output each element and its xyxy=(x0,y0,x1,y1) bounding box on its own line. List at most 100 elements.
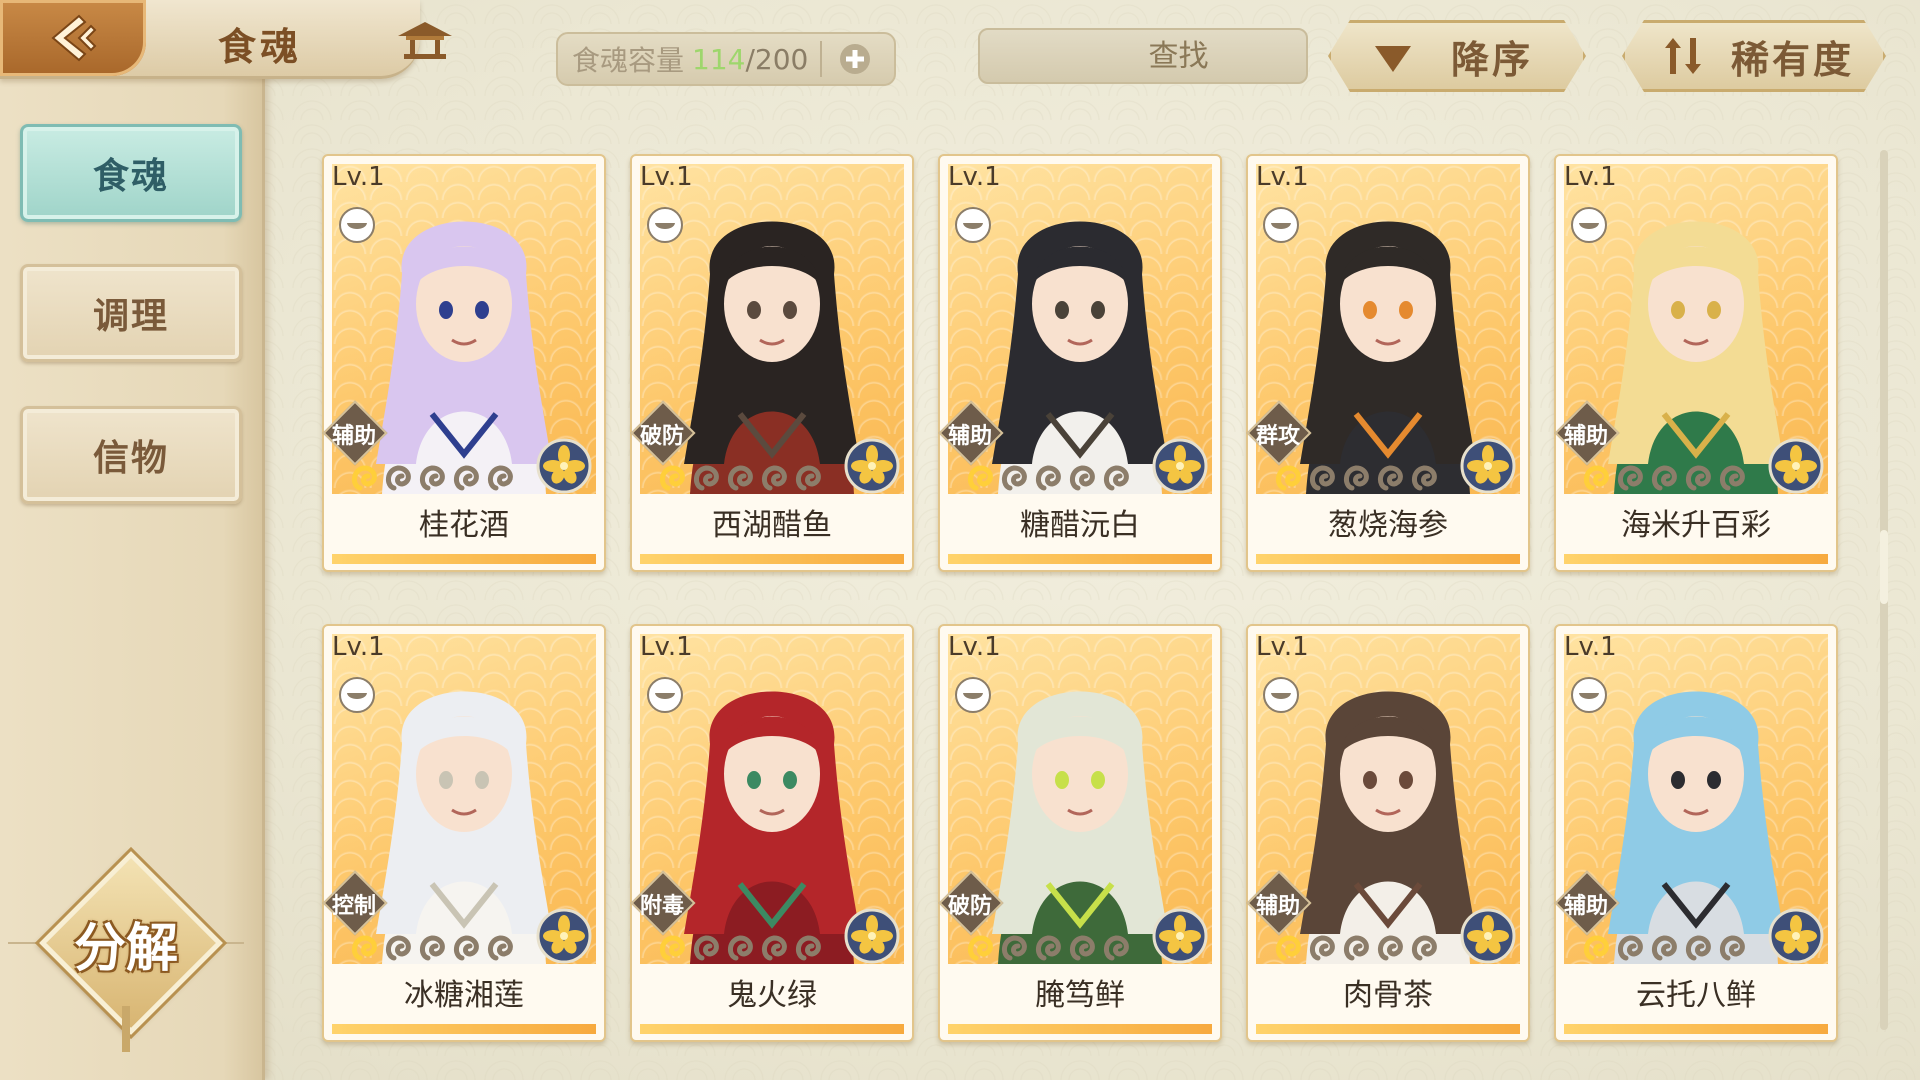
bowl-icon xyxy=(955,207,991,243)
food-soul-card[interactable]: Lv.1 辅助 桂花酒 xyxy=(322,154,606,572)
tab-tokens-label: 信物 xyxy=(92,437,169,479)
food-soul-card[interactable]: Lv.1 破防 腌笃鲜 xyxy=(938,624,1222,1042)
role-badge: 辅助 xyxy=(1554,400,1620,466)
card-name: 海米升百彩 xyxy=(1621,508,1771,543)
card-name: 西湖醋鱼 xyxy=(712,508,832,543)
card-level: Lv.1 xyxy=(948,162,1001,192)
bowl-icon xyxy=(1571,677,1607,713)
flower-emblem-icon xyxy=(536,908,592,964)
search-input[interactable] xyxy=(990,37,1367,75)
bowl-icon xyxy=(955,677,991,713)
flower-emblem-icon xyxy=(1460,438,1516,494)
card-level: Lv.1 xyxy=(1564,162,1617,192)
role-label: 破防 xyxy=(947,894,992,919)
role-badge: 辅助 xyxy=(1246,870,1312,936)
role-label: 群攻 xyxy=(1255,424,1300,449)
sort-order-label: 降序 xyxy=(1451,36,1534,82)
pavilion-icon[interactable] xyxy=(390,18,460,62)
role-label: 辅助 xyxy=(1563,894,1608,919)
card-name: 云托八鲜 xyxy=(1636,978,1756,1013)
flower-emblem-icon xyxy=(844,908,900,964)
card-bottom-bar xyxy=(948,1024,1212,1034)
sort-order-button[interactable]: 降序 xyxy=(1328,20,1586,92)
capacity-divider xyxy=(820,41,823,77)
rarity-stars xyxy=(968,935,1129,961)
plus-icon xyxy=(840,44,871,74)
role-label: 附毒 xyxy=(639,894,684,919)
role-label: 辅助 xyxy=(1255,894,1300,919)
role-badge: 破防 xyxy=(630,400,696,466)
card-bottom-bar xyxy=(1564,554,1828,564)
capacity-max: /200 xyxy=(745,42,809,76)
food-soul-card[interactable]: Lv.1 辅助 海米升百彩 xyxy=(1554,154,1838,572)
rarity-stars xyxy=(968,465,1129,491)
scrollbar-thumb[interactable] xyxy=(1880,530,1888,604)
card-name: 糖醋沅白 xyxy=(1020,508,1140,543)
back-button[interactable] xyxy=(0,0,146,76)
decompose-button[interactable]: 分解 xyxy=(8,851,244,1052)
tab-cooking-label: 调理 xyxy=(92,295,169,337)
card-name: 桂花酒 xyxy=(419,508,509,543)
card-name: 葱烧海参 xyxy=(1328,508,1448,543)
card-bottom-bar xyxy=(640,1024,904,1034)
food-soul-card[interactable]: Lv.1 辅助 肉骨茶 xyxy=(1246,624,1530,1042)
bowl-icon xyxy=(647,677,683,713)
card-bottom-bar xyxy=(948,554,1212,564)
tab-food-soul[interactable]: 食魂 xyxy=(20,124,242,222)
card-bottom-bar xyxy=(332,1024,596,1034)
bowl-icon xyxy=(1263,207,1299,243)
card-level: Lv.1 xyxy=(1564,632,1617,662)
card-level: Lv.1 xyxy=(332,632,385,662)
capacity-label: 食魂容量 xyxy=(572,44,685,77)
flower-emblem-icon xyxy=(1152,908,1208,964)
rarity-stars xyxy=(1584,465,1745,491)
capacity-current: 114 xyxy=(692,42,746,76)
card-level: Lv.1 xyxy=(948,632,1001,662)
role-badge: 群攻 xyxy=(1246,400,1312,466)
sort-key-label: 稀有度 xyxy=(1731,36,1855,82)
card-bottom-bar xyxy=(1564,1024,1828,1034)
rarity-stars xyxy=(1276,465,1437,491)
bowl-icon xyxy=(339,207,375,243)
flower-emblem-icon xyxy=(844,438,900,494)
food-soul-screen: 食魂 调理 信物 分解 食魂 食魂容量 114 /200 查找 降序 稀有度 L… xyxy=(0,0,1920,1080)
search-box xyxy=(978,28,1367,84)
card-name: 腌笃鲜 xyxy=(1035,978,1125,1013)
sort-key-button[interactable]: 稀有度 xyxy=(1622,20,1886,92)
rarity-stars xyxy=(352,465,513,491)
role-badge: 辅助 xyxy=(1554,870,1620,936)
sort-arrows-icon xyxy=(1661,34,1705,78)
flower-emblem-icon xyxy=(1460,908,1516,964)
food-soul-card[interactable]: Lv.1 辅助 糖醋沅白 xyxy=(938,154,1222,572)
capacity-box: 食魂容量 114 /200 xyxy=(556,32,896,86)
food-soul-card[interactable]: Lv.1 破防 西湖醋鱼 xyxy=(630,154,914,572)
card-bottom-bar xyxy=(332,554,596,564)
add-capacity-button[interactable] xyxy=(834,38,876,80)
bowl-icon xyxy=(1263,677,1299,713)
scrollbar[interactable] xyxy=(1880,150,1888,1030)
role-label: 破防 xyxy=(639,424,684,449)
food-soul-card[interactable]: Lv.1 控制 冰糖湘莲 xyxy=(322,624,606,1042)
rarity-stars xyxy=(352,935,513,961)
decompose-label: 分解 xyxy=(73,918,178,979)
card-bottom-bar xyxy=(640,554,904,564)
rarity-stars xyxy=(1276,935,1437,961)
card-bottom-bar xyxy=(1256,1024,1520,1034)
back-arrow-icon xyxy=(51,14,97,62)
triangle-down-icon xyxy=(1371,34,1415,78)
role-badge: 辅助 xyxy=(938,400,1004,466)
tab-food-soul-label: 食魂 xyxy=(92,155,169,197)
bowl-icon xyxy=(647,207,683,243)
food-soul-card[interactable]: Lv.1 附毒 鬼火绿 xyxy=(630,624,914,1042)
sidebar: 食魂 调理 信物 分解 xyxy=(0,72,265,1080)
role-badge: 辅助 xyxy=(322,400,388,466)
tab-tokens[interactable]: 信物 xyxy=(20,406,242,504)
card-level: Lv.1 xyxy=(332,162,385,192)
food-soul-card[interactable]: Lv.1 群攻 葱烧海参 xyxy=(1246,154,1530,572)
food-soul-card[interactable]: Lv.1 辅助 云托八鲜 xyxy=(1554,624,1838,1042)
role-badge: 附毒 xyxy=(630,870,696,936)
tab-cooking[interactable]: 调理 xyxy=(20,264,242,362)
flower-emblem-icon xyxy=(1768,438,1824,494)
card-bottom-bar xyxy=(1256,554,1520,564)
page-title: 食魂 xyxy=(218,24,303,69)
